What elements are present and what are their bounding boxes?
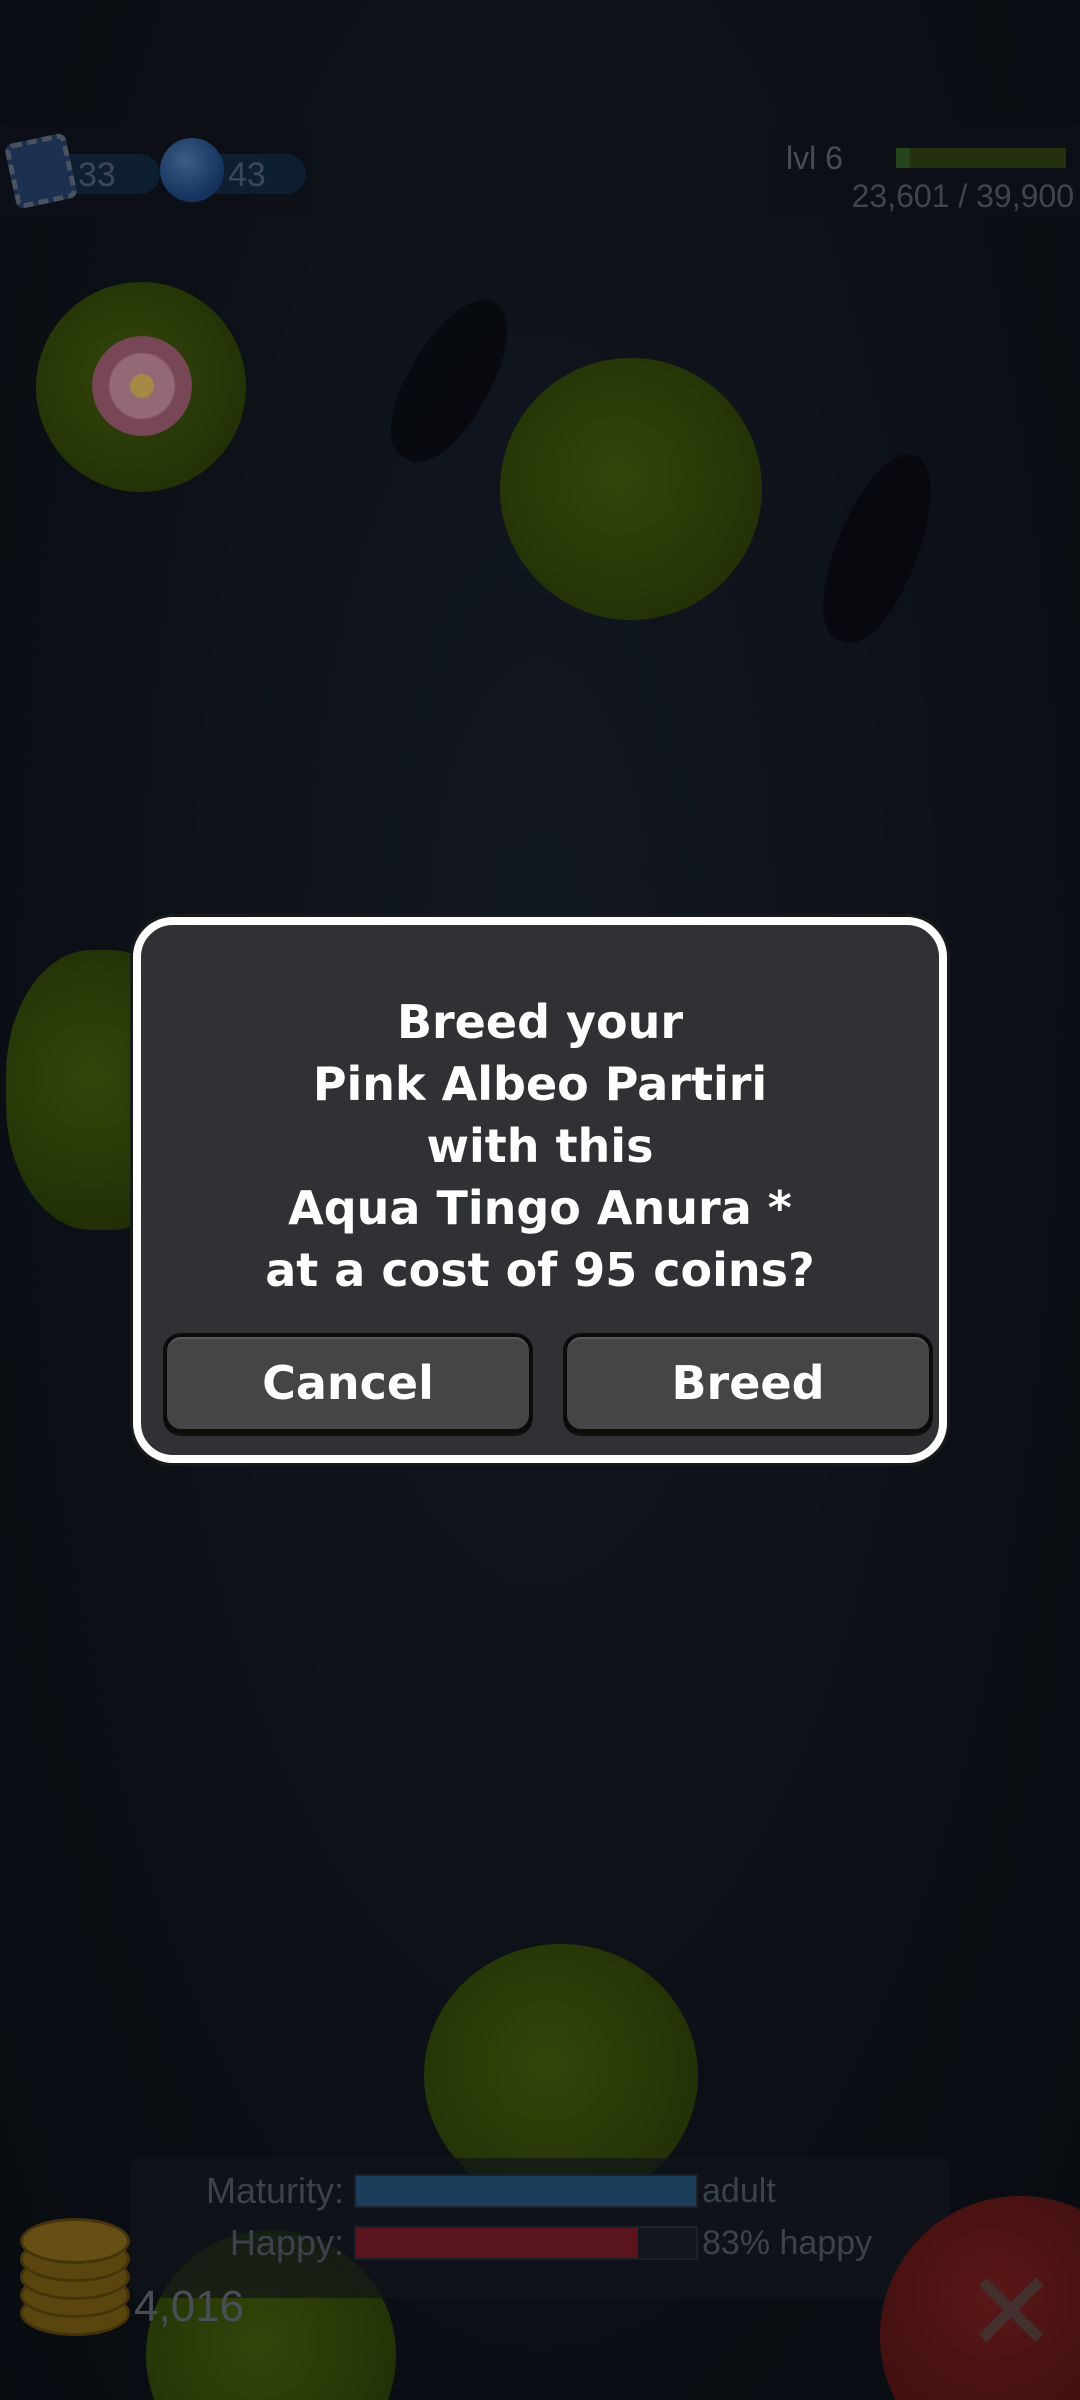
dialog-line: with this — [426, 1119, 654, 1173]
breed-confirm-dialog: Breed your Pink Albeo Partiri with this … — [133, 917, 947, 1463]
cancel-button[interactable]: Cancel — [163, 1333, 533, 1433]
pond-background: 33 43 lvl 6 23,601 / 39,900 Maturity: ad… — [0, 0, 1080, 2400]
breed-button[interactable]: Breed — [563, 1333, 933, 1433]
dialog-line: Pink Albeo Partiri — [312, 1057, 768, 1111]
dialog-message: Breed your Pink Albeo Partiri with this … — [141, 991, 939, 1301]
dialog-line: at a cost of 95 coins? — [265, 1243, 815, 1297]
dialog-line: Breed your — [396, 995, 684, 1049]
dialog-line: Aqua Tingo Anura * — [288, 1181, 792, 1235]
